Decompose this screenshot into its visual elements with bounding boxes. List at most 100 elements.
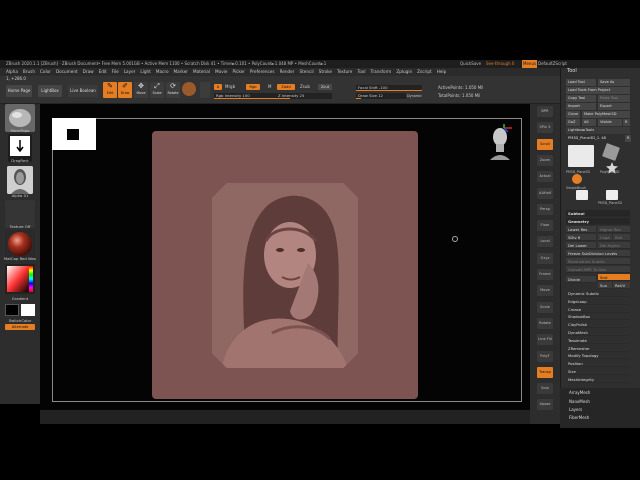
dynamic-toggle[interactable]: Dynamic — [407, 93, 422, 99]
switch-color-label[interactable]: SwitchColor — [0, 318, 40, 323]
layers-subpalette[interactable]: Layers — [569, 407, 582, 413]
visible-button[interactable]: Visible — [598, 119, 622, 126]
orientation-head-icon[interactable] — [488, 124, 512, 160]
shelf-button-aahalf[interactable]: AAHalf — [537, 187, 553, 199]
focal-shift-slider[interactable]: Focal Shift -100 — [356, 85, 422, 91]
see-through-slider[interactable]: See-through 0 — [486, 60, 514, 68]
goz-button[interactable]: GoZ — [566, 119, 580, 126]
menu-item-file[interactable]: File — [109, 68, 121, 76]
shelf-button-actual[interactable]: Actual — [537, 171, 553, 183]
all-button[interactable]: All — [582, 119, 596, 126]
rstr-button[interactable]: Rstr — [613, 234, 630, 241]
export-button[interactable]: Export — [598, 103, 630, 110]
navigation-thumbnail[interactable] — [52, 118, 96, 150]
subpalette-size[interactable]: Size — [566, 368, 630, 375]
menu-item-material[interactable]: Material — [191, 68, 213, 76]
lightbox-button[interactable]: LightBox — [38, 85, 62, 97]
subpalette-tessimate[interactable]: Tessimate — [566, 336, 630, 344]
shelf-button-local[interactable]: Local — [537, 236, 553, 248]
shelf-button-solo[interactable]: Solo — [537, 383, 553, 395]
cage-button[interactable]: Cage — [598, 234, 612, 241]
subpalette-modify-topology[interactable]: Modify Topology — [566, 352, 630, 360]
current-tool-r-button[interactable]: R — [625, 135, 631, 142]
shelf-button-zoom[interactable]: Zoom — [537, 154, 553, 166]
del-higher-button[interactable]: Del Higher — [598, 242, 630, 249]
shelf-button-persp[interactable]: Persp — [537, 203, 553, 215]
higher-res-button[interactable]: Higher Res — [598, 226, 630, 233]
menu-item-macro[interactable]: Macro — [153, 68, 171, 76]
scale-button[interactable]: ⤢ Scale — [150, 82, 164, 98]
menu-item-tool[interactable]: Tool — [355, 68, 368, 76]
subpalette-zremesher[interactable]: ZRemesher — [566, 344, 630, 352]
default-zscript-button[interactable]: DefaultZScript — [538, 60, 567, 68]
z-intensity-slider[interactable]: Z Intensity 25 — [276, 93, 332, 99]
rotate-button[interactable]: ⟳ Rotate — [166, 82, 180, 98]
alternate-button[interactable]: Alternate — [5, 324, 35, 330]
color-picker[interactable] — [5, 264, 35, 294]
zadd-toggle[interactable]: Zadd — [277, 84, 295, 90]
lightbox-tools-button[interactable]: Lightbox▸Tools — [566, 127, 630, 134]
color-swatch[interactable] — [200, 82, 210, 98]
shelf-button-polyf[interactable]: PolyF — [537, 350, 553, 362]
menu-item-movie[interactable]: Movie — [213, 68, 230, 76]
reuv-toggle[interactable]: ReUV — [613, 282, 630, 289]
load-tool-button[interactable]: Load Tool — [566, 79, 596, 86]
menu-item-layer[interactable]: Layer — [121, 68, 138, 76]
zsub-toggle[interactable]: Zsub — [300, 84, 310, 90]
goz-r-button[interactable]: R — [623, 119, 630, 126]
freeze-subdivision-button[interactable]: Freeze SubDivision Levels — [566, 250, 630, 257]
smt-toggle[interactable]: Smt — [598, 274, 630, 281]
import-button[interactable]: Import — [566, 103, 596, 110]
mrgb-toggle[interactable]: Mrgb — [225, 84, 235, 90]
shelf-button-xpose[interactable]: Xpose — [537, 399, 553, 411]
menu-item-stencil[interactable]: Stencil — [297, 68, 316, 76]
menu-item-transform[interactable]: Transform — [368, 68, 394, 76]
secondary-color-swatch[interactable] — [21, 304, 35, 316]
menu-item-zplugin[interactable]: Zplugin — [394, 68, 415, 76]
rgb-toggle[interactable]: Rgb — [246, 84, 260, 90]
fibermesh-subpalette[interactable]: FiberMesh — [569, 415, 589, 421]
subpalette-crease[interactable]: Crease — [566, 305, 630, 313]
arraymesh-subpalette[interactable]: ArrayMesh — [569, 390, 590, 396]
menu-item-picker[interactable]: Picker — [230, 68, 247, 76]
shelf-button-rotate[interactable]: Rotate — [537, 317, 553, 329]
shelf-button-gxyz[interactable]: Gxyz — [537, 252, 553, 264]
subpalette-meshintegrity[interactable]: MeshIntegrity — [566, 375, 630, 383]
subpalette-edgeloop[interactable]: EdgeLoop — [566, 297, 630, 305]
shelf-button-scroll[interactable]: Scroll — [537, 138, 553, 150]
convert-bpr-button[interactable]: Convert BPR To Geo — [566, 266, 630, 273]
shelf-button-spix-3[interactable]: SPix 3 — [537, 122, 553, 134]
draw-button[interactable]: ✐ Draw — [118, 82, 132, 98]
menu-item-edit[interactable]: Edit — [96, 68, 109, 76]
subpalette-position[interactable]: Position — [566, 360, 630, 368]
menu-item-brush[interactable]: Brush — [20, 68, 37, 76]
shelf-button-move[interactable]: Move — [537, 285, 553, 297]
menu-item-document[interactable]: Document — [53, 68, 80, 76]
suv-toggle[interactable]: Suv — [598, 282, 612, 289]
zcut-toggle[interactable]: Zcut — [318, 84, 332, 90]
draw-size-slider[interactable]: Draw Size 12 — [356, 93, 406, 99]
shelf-button-floor[interactable]: Floor — [537, 220, 553, 232]
shelf-button-frame[interactable]: Frame — [537, 269, 553, 280]
subpalette-dynamesh[interactable]: DynaMesh — [566, 329, 630, 336]
simplebrush-icon[interactable] — [572, 174, 582, 184]
primary-color-swatch[interactable] — [5, 304, 19, 316]
quicksave-button[interactable]: QuickSave — [460, 60, 481, 68]
subpalette-claypolish[interactable]: ClayPolish — [566, 321, 630, 329]
shelf-button-line-fill[interactable]: Line Fill — [537, 334, 553, 346]
menu-item-marker[interactable]: Marker — [171, 68, 190, 76]
lower-res-button[interactable]: Lower Res — [566, 226, 596, 233]
shelf-button-transp[interactable]: Transp — [537, 366, 553, 378]
reconstruct-subdiv-button[interactable]: Reconstruct Subdiv — [566, 258, 630, 265]
menu-item-light[interactable]: Light — [138, 68, 153, 76]
home-page-button[interactable]: Home Page — [6, 85, 32, 97]
paste-tool-button[interactable]: Paste Tool — [598, 95, 630, 102]
geometry-subpalette[interactable]: Geometry — [566, 218, 630, 225]
del-lower-button[interactable]: Del Lower — [566, 242, 596, 249]
copy-tool-button[interactable]: Copy Tool — [566, 95, 596, 102]
material-sphere-icon[interactable] — [182, 82, 196, 96]
nanomesh-subpalette[interactable]: NanoMesh — [569, 399, 590, 405]
sdiv-slider[interactable]: SDiv 6 — [566, 234, 596, 241]
move-button[interactable]: ✥ Move — [134, 82, 148, 98]
subpalette-shadowbox[interactable]: ShadowBox — [566, 313, 630, 321]
